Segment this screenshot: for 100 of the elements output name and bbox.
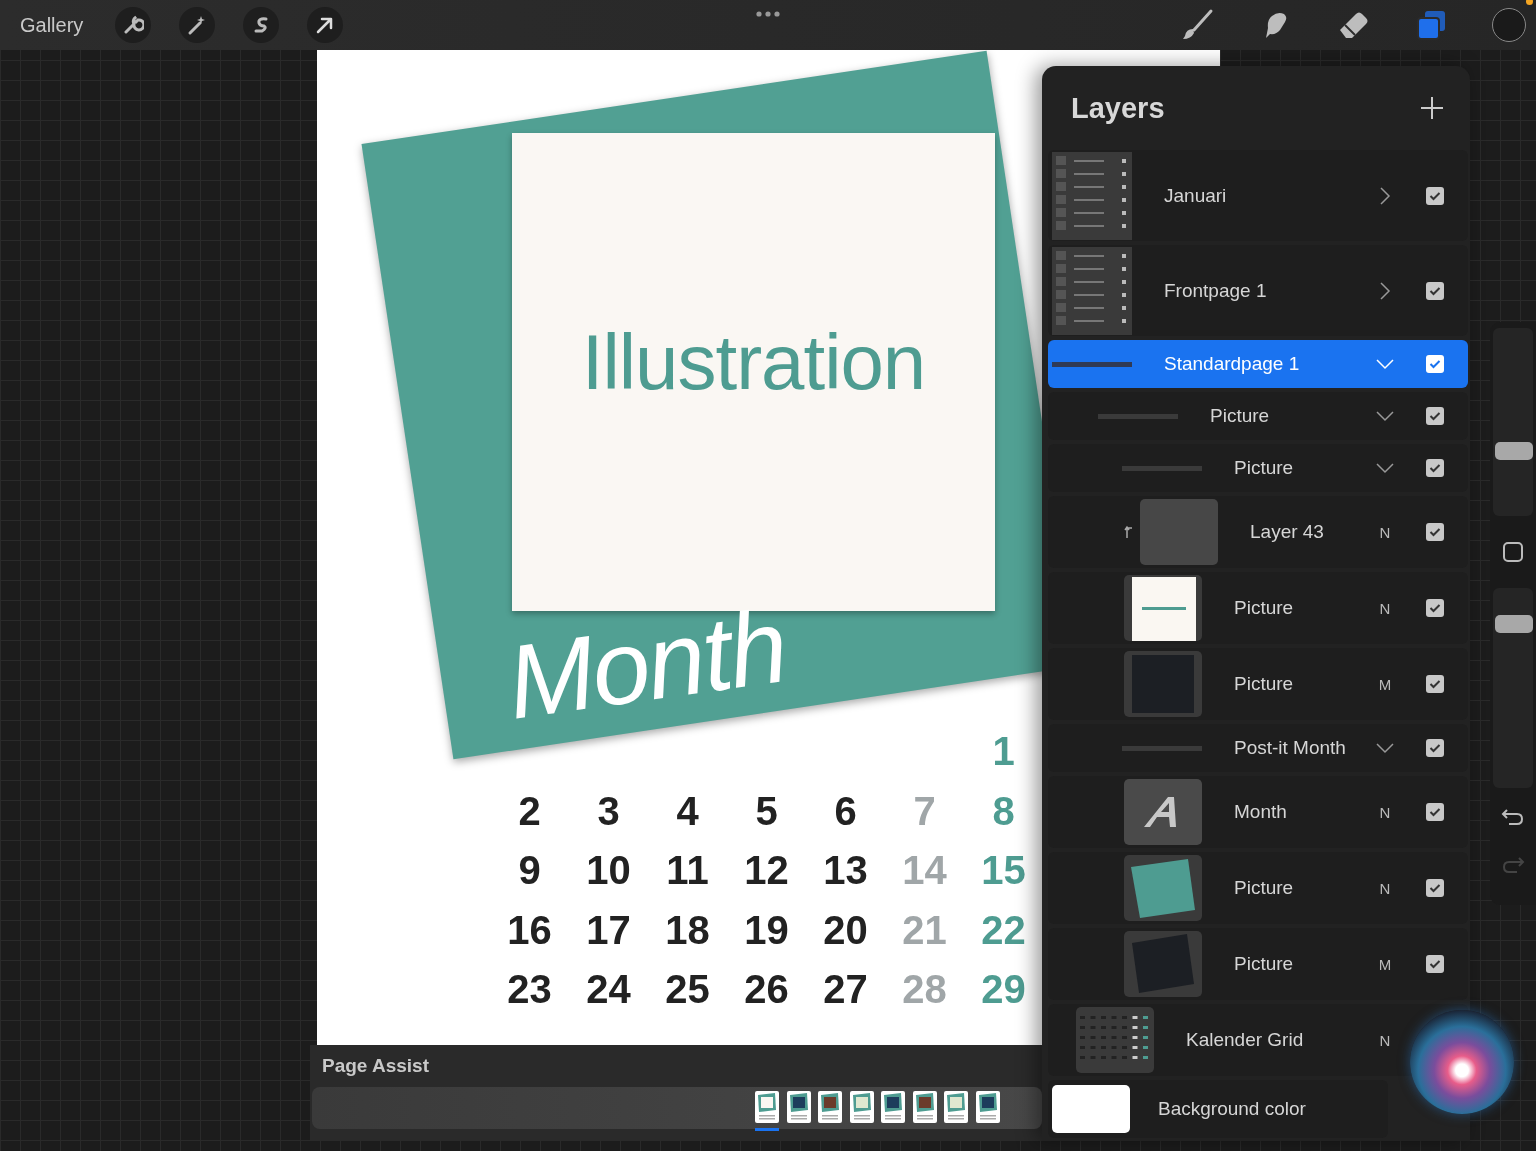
calendar-day: 10: [569, 848, 648, 894]
checkmark-icon: [1429, 411, 1441, 421]
layer-name: Standardpage 1: [1164, 353, 1301, 375]
visibility-checkbox[interactable]: [1426, 599, 1444, 617]
gallery-button[interactable]: Gallery: [12, 9, 92, 41]
visibility-checkbox[interactable]: [1426, 523, 1444, 541]
layer-row[interactable]: Januari: [1048, 150, 1468, 241]
layer-name: Januari: [1164, 184, 1228, 207]
illustration-title: Illustration: [581, 316, 926, 408]
month-title: Month: [500, 586, 793, 743]
layer-name: Kalender Grid: [1186, 1029, 1305, 1051]
visibility-checkbox[interactable]: [1426, 739, 1444, 757]
layer-row[interactable]: Month N: [1048, 776, 1468, 848]
opacity-slider[interactable]: [1493, 588, 1533, 788]
calendar-day: 2: [490, 788, 569, 834]
brush-tool-button[interactable]: [1180, 8, 1214, 42]
layer-name: Post-it Month: [1234, 737, 1347, 759]
selected-layer-row[interactable]: Standardpage 1: [1048, 340, 1468, 388]
layer-row[interactable]: Post-it Month: [1048, 724, 1468, 772]
panel-title: Page Assist: [322, 1055, 430, 1078]
calendar-day: 21: [885, 907, 964, 953]
calendar-day: 8: [964, 788, 1043, 834]
background-color-swatch[interactable]: [1052, 1085, 1130, 1133]
blend-mode-label[interactable]: N: [1374, 1031, 1396, 1049]
calendar-day: 7: [885, 788, 964, 834]
layer-row[interactable]: Picture M: [1048, 648, 1468, 720]
layer-name: Picture: [1234, 673, 1295, 695]
calendar-day: 20: [806, 907, 885, 953]
visibility-checkbox[interactable]: [1426, 459, 1444, 477]
visibility-checkbox[interactable]: [1426, 407, 1444, 425]
calendar-day: 23: [490, 967, 569, 1013]
calendar-day: 5: [727, 788, 806, 834]
calendar-day: 9: [490, 848, 569, 894]
transform-button[interactable]: [307, 7, 344, 43]
calendar-day: 24: [569, 967, 648, 1013]
checkmark-icon: [1429, 807, 1441, 817]
layer-row[interactable]: Frontpage 1: [1048, 245, 1468, 336]
blend-mode-label[interactable]: M: [1374, 955, 1396, 973]
size-slider[interactable]: [1493, 328, 1533, 516]
calendar-day: 16: [490, 907, 569, 953]
checkmark-icon: [1429, 743, 1441, 753]
blend-mode-label[interactable]: N: [1374, 599, 1396, 617]
calendar-day: 6: [806, 788, 885, 834]
checkmark-icon: [1429, 883, 1441, 893]
more-icon[interactable]: [755, 10, 781, 18]
layer-name: Picture: [1234, 457, 1295, 479]
layer-name: Picture: [1210, 405, 1271, 427]
visibility-checkbox[interactable]: [1426, 955, 1444, 973]
layer-row[interactable]: Kalender Grid N: [1048, 1004, 1468, 1076]
brush-icon: [1180, 8, 1214, 42]
layer-row[interactable]: Picture: [1048, 392, 1468, 440]
panel-title: Layers: [1071, 91, 1165, 125]
visibility-checkbox[interactable]: [1426, 186, 1444, 205]
checkmark-icon: [1429, 285, 1441, 296]
layer-row[interactable]: Background color: [1048, 1080, 1388, 1138]
blend-mode-label[interactable]: M: [1374, 675, 1396, 693]
notification-dot: [1526, 0, 1533, 5]
settings-button[interactable]: [115, 7, 152, 43]
blend-mode-label[interactable]: N: [1374, 803, 1396, 821]
calendar-day: 14: [885, 848, 964, 894]
visibility-checkbox[interactable]: [1426, 675, 1444, 693]
calendar-day: 29: [964, 967, 1043, 1013]
color-swatch[interactable]: [1492, 8, 1526, 42]
calendar-day: 17: [569, 907, 648, 953]
adjustments-button[interactable]: [179, 7, 216, 43]
calendar-day: 18: [648, 907, 727, 953]
calendar-day: 4: [648, 788, 727, 834]
calendar-day: 28: [885, 967, 964, 1013]
layer-row[interactable]: Picture N: [1048, 572, 1468, 644]
undo-icon[interactable]: [1501, 808, 1525, 828]
checkmark-icon: [1429, 527, 1441, 537]
calendar-day: 19: [727, 907, 806, 953]
slider-handle[interactable]: [1495, 441, 1533, 460]
visibility-checkbox[interactable]: [1426, 879, 1444, 897]
blend-mode-label[interactable]: N: [1374, 879, 1396, 897]
blend-mode-label[interactable]: N: [1374, 523, 1396, 541]
calendar-day: 26: [727, 967, 806, 1013]
layer-row[interactable]: Layer 43 N: [1048, 496, 1468, 568]
calendar-day: 12: [727, 848, 806, 894]
visibility-checkbox[interactable]: [1426, 803, 1444, 821]
checkmark-icon: [1429, 359, 1441, 369]
layer-name: Picture: [1234, 597, 1295, 619]
square-icon[interactable]: [1502, 541, 1524, 563]
calendar-day: 15: [964, 848, 1043, 894]
checkmark-icon: [1429, 190, 1441, 201]
layer-row[interactable]: Picture N: [1048, 852, 1468, 924]
slider-handle[interactable]: [1495, 615, 1533, 634]
visibility-checkbox[interactable]: [1426, 281, 1444, 300]
visibility-checkbox[interactable]: [1426, 355, 1444, 373]
page-thumbnail[interactable]: [755, 1091, 779, 1131]
layer-row[interactable]: Picture M: [1048, 928, 1468, 1000]
selection-button[interactable]: [243, 7, 280, 43]
calendar-day: 27: [806, 967, 885, 1013]
assistant-orb-icon: [1410, 1010, 1514, 1114]
layer-name: Picture: [1234, 953, 1295, 975]
checkmark-icon: [1429, 463, 1441, 473]
add-icon[interactable]: [1420, 96, 1444, 120]
layer-row[interactable]: Picture: [1048, 444, 1468, 492]
wrench-icon: [122, 14, 145, 36]
layer-name: Background color: [1158, 1098, 1307, 1120]
